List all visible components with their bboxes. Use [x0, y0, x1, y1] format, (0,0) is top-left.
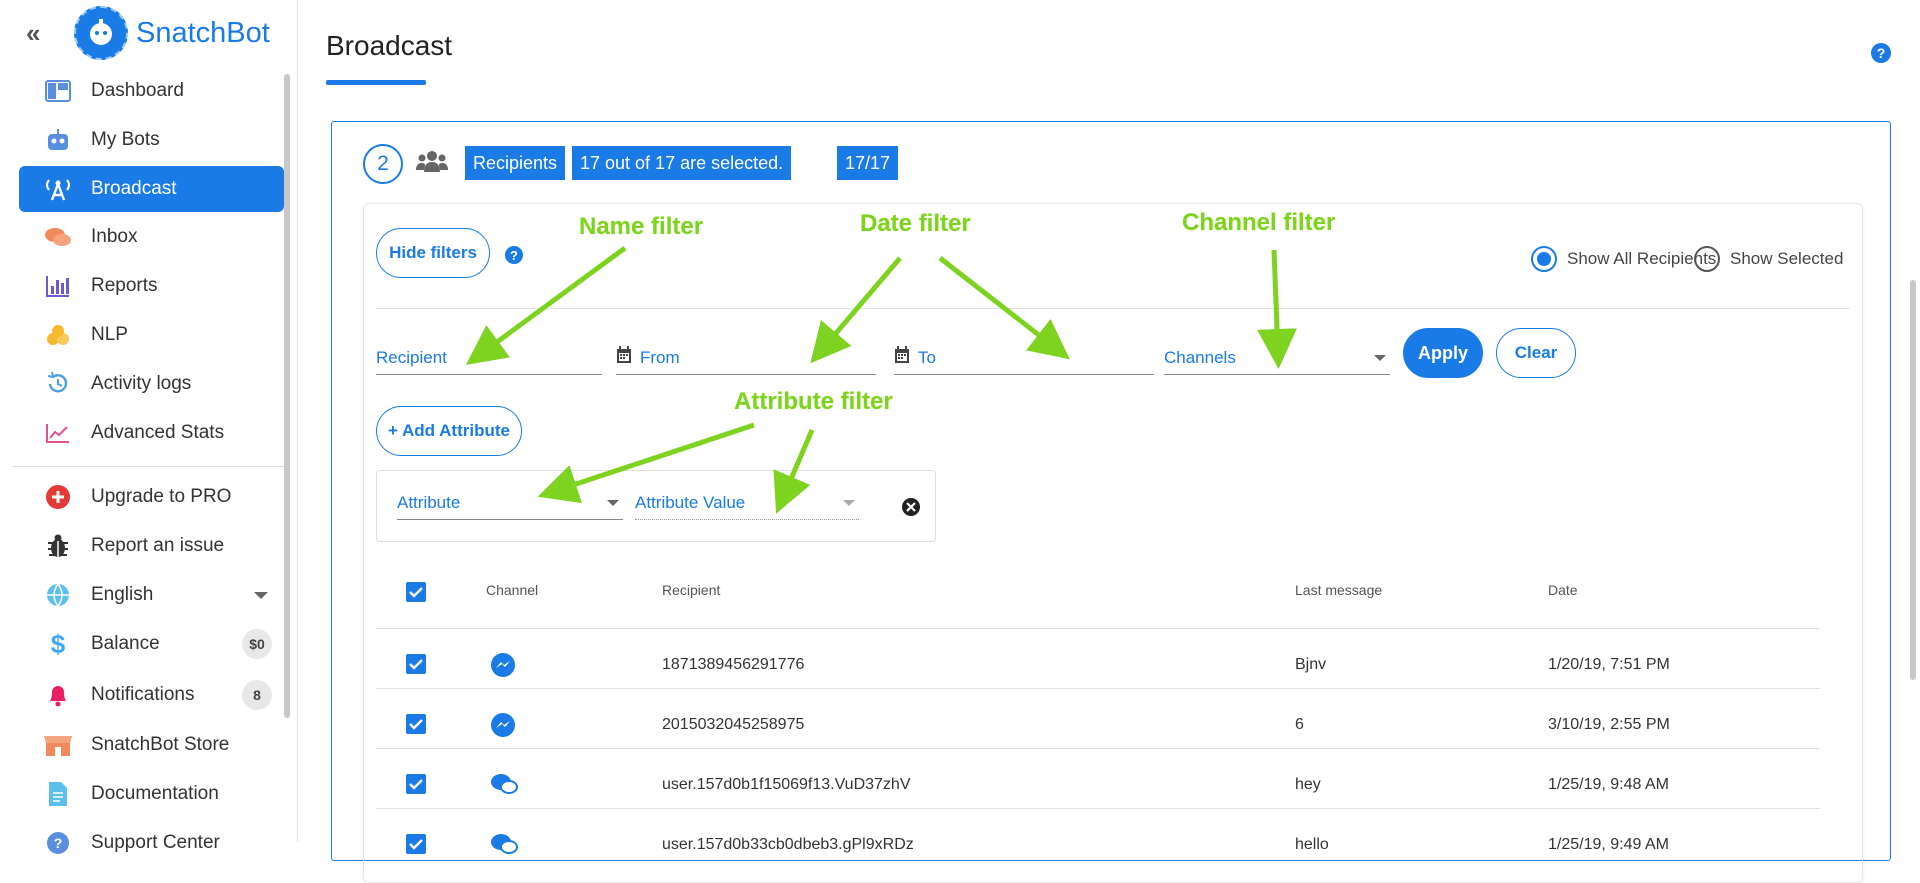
annotation-channel-filter: Channel filter	[1182, 209, 1336, 236]
arrow-date-filter-from	[810, 256, 902, 364]
annotation-attribute-filter: Attribute filter	[734, 388, 893, 415]
arrow-name-filter	[465, 245, 627, 365]
arrow-channel-filter	[1257, 249, 1298, 369]
arrow-date-filter-to	[938, 256, 1070, 360]
annotation-arrows	[465, 245, 1298, 514]
annotation-date-filter: Date filter	[860, 210, 971, 237]
annotation-name-filter: Name filter	[579, 213, 704, 240]
arrow-attribute-filter	[537, 422, 755, 504]
arrow-attribute-value-filter	[773, 429, 815, 514]
